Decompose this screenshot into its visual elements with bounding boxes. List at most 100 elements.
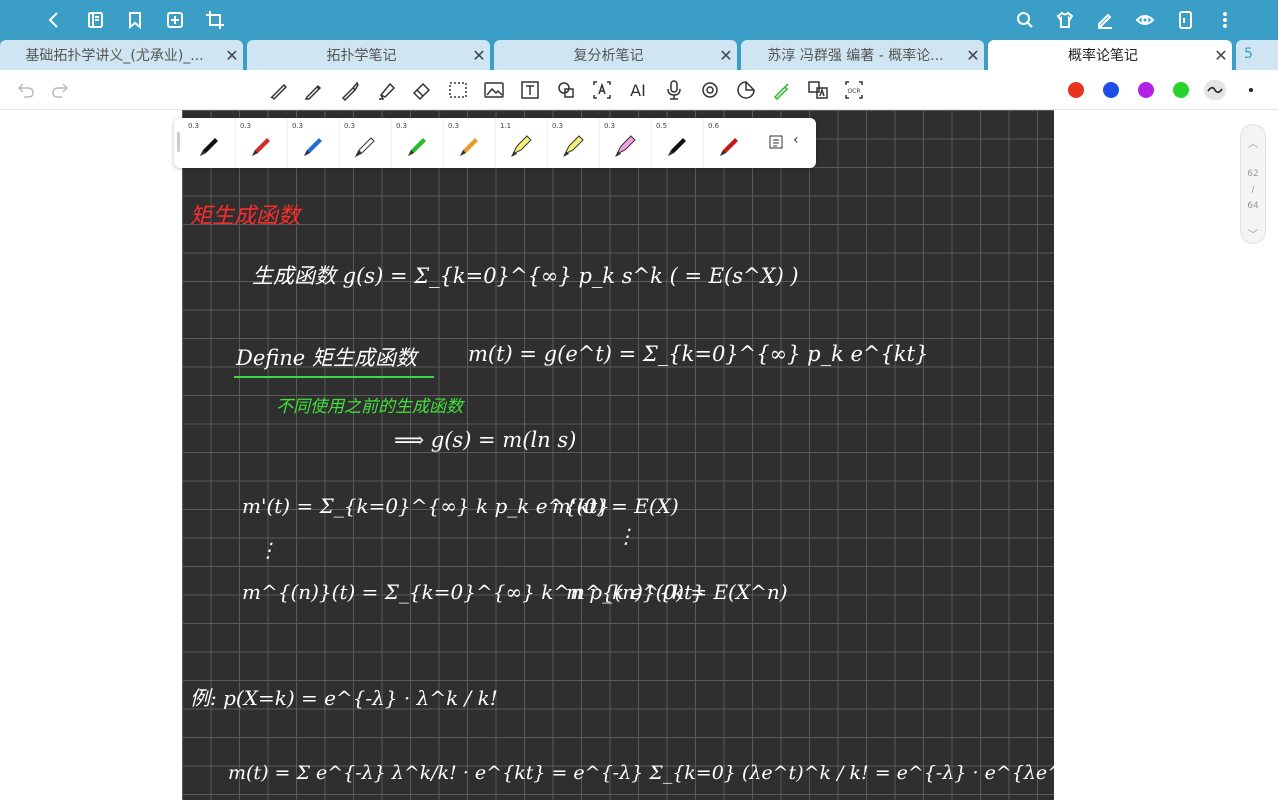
pen-preset-6[interactable]: 0.3	[444, 118, 496, 168]
close-icon[interactable]: ✕	[221, 46, 243, 65]
pen-preset-4[interactable]: 0.3	[340, 118, 392, 168]
color-swatch-red[interactable]	[1068, 82, 1084, 98]
chevron-up-icon[interactable]: ︿	[1241, 135, 1265, 150]
note-line-implication: ⟹ g(s) = m(ln s)	[394, 428, 577, 452]
close-icon[interactable]: ✕	[715, 46, 737, 65]
phone-icon[interactable]	[1173, 8, 1197, 32]
tab-complex-analysis-notes[interactable]: 复分析笔记 ✕	[494, 40, 737, 70]
shape-icon[interactable]	[554, 78, 578, 102]
total-pages: 64	[1247, 201, 1259, 211]
tab-count-badge[interactable]: 5	[1236, 40, 1278, 70]
define-underline	[234, 376, 434, 378]
pen-preset-2[interactable]: 0.3	[236, 118, 288, 168]
current-page: 62	[1247, 169, 1259, 179]
pen-preset-5[interactable]: 0.3	[392, 118, 444, 168]
sticker-icon[interactable]	[734, 78, 758, 102]
pen-palette: 0.3 0.3 0.3 0.3 0.3 0.3 1.1 0.3 0.3 0.5 …	[174, 118, 816, 168]
laser-pointer-icon[interactable]	[770, 78, 794, 102]
stroke-width-dot[interactable]	[1249, 88, 1253, 92]
pen-presets-menu-icon[interactable]	[768, 134, 784, 150]
tab-label: 基础拓扑学讲义_(尤承业)_...	[25, 48, 204, 64]
tab-bar: 基础拓扑学讲义_(尤承业)_... ✕ 拓扑学笔记 ✕ 复分析笔记 ✕ 苏淳 冯…	[0, 40, 1278, 70]
pen-icon	[408, 138, 426, 156]
ai-label: AI	[630, 80, 646, 100]
ocr-icon[interactable]: OCR	[842, 78, 866, 102]
note-heading: 矩生成函数	[190, 204, 301, 229]
pen-edit-icon[interactable]	[1093, 8, 1117, 32]
pencil-icon[interactable]	[302, 78, 326, 102]
pen-preset-8[interactable]: 0.3	[548, 118, 600, 168]
close-icon[interactable]: ✕	[468, 46, 490, 65]
color-swatch-blue[interactable]	[1103, 82, 1119, 98]
note-canvas[interactable]: 矩生成函数 生成函数 g(s) = Σ_{k=0}^{∞} p_k s^k ( …	[182, 110, 1054, 800]
translate-icon[interactable]	[806, 78, 830, 102]
eraser-icon[interactable]	[410, 78, 434, 102]
drag-handle[interactable]	[177, 132, 180, 152]
pen-icon	[668, 138, 686, 156]
lasso-select-icon[interactable]	[446, 78, 470, 102]
pen-preset-3[interactable]: 0.3	[288, 118, 340, 168]
undo-icon[interactable]	[14, 78, 38, 102]
page-separator: /	[1251, 185, 1255, 195]
tab-label: 拓扑学笔记	[326, 48, 397, 64]
tab-probability-book[interactable]: 苏淳 冯群强 编著 - 概率论... ✕	[741, 40, 984, 70]
highlighter-pen-icon	[511, 135, 532, 157]
pen-preset-7[interactable]: 1.1	[496, 118, 548, 168]
eye-icon[interactable]	[1133, 8, 1157, 32]
tab-label: 苏淳 冯群强 编著 - 概率论...	[767, 48, 944, 64]
note-define-label: Define 矩生成函数	[236, 346, 417, 370]
tab-topology-notes[interactable]: 拓扑学笔记 ✕	[247, 40, 490, 70]
note-line-example: 例: p(X=k) = e^{-λ} · λ^k / k!	[190, 686, 498, 710]
tab-topology-lectures[interactable]: 基础拓扑学讲义_(尤承业)_... ✕	[0, 40, 243, 70]
microphone-icon[interactable]	[662, 78, 686, 102]
highlighter-pen-icon	[615, 135, 636, 157]
chevron-left-icon[interactable]: ‹	[793, 132, 799, 148]
stroke-style-button[interactable]	[1204, 80, 1226, 100]
chevron-down-icon[interactable]: ﹀	[1241, 226, 1265, 241]
book-icon[interactable]	[83, 8, 107, 32]
redo-icon[interactable]	[48, 78, 72, 102]
pen-preset-9[interactable]: 0.3	[600, 118, 652, 168]
color-swatch-purple[interactable]	[1138, 82, 1154, 98]
text-recognition-icon[interactable]	[590, 78, 614, 102]
pen-icon	[354, 137, 375, 158]
pen-icon	[252, 138, 270, 156]
drawing-toolbar: AI OCR	[0, 70, 1278, 110]
tab-label: 复分析笔记	[573, 48, 644, 64]
pen-preset-11[interactable]: 0.6	[704, 118, 756, 168]
audio-record-icon[interactable]	[698, 78, 722, 102]
note-line-mgf-definition: m(t) = g(e^t) = Σ_{k=0}^{∞} p_k e^{kt}	[468, 342, 929, 366]
brush-pen-icon[interactable]	[338, 78, 362, 102]
text-box-icon[interactable]	[518, 78, 542, 102]
more-vertical-icon[interactable]	[1213, 8, 1237, 32]
left-margin	[0, 110, 182, 800]
tab-probability-notes[interactable]: 概率论笔记 ✕	[988, 40, 1232, 70]
close-icon[interactable]: ✕	[962, 46, 984, 65]
pen-icon	[720, 138, 738, 156]
pen-preset-1[interactable]: 0.3	[184, 118, 236, 168]
note-dots-right: ⋮	[616, 524, 636, 548]
color-swatch-green[interactable]	[1173, 82, 1189, 98]
highlighter-pen-icon	[563, 135, 584, 157]
back-icon[interactable]	[42, 8, 66, 32]
note-line-first-moment: m'(0) = E(X)	[552, 494, 679, 518]
shirt-icon[interactable]	[1053, 8, 1077, 32]
svg-text:OCR: OCR	[847, 88, 860, 95]
bookmark-icon[interactable]	[123, 8, 147, 32]
ai-tool[interactable]: AI	[626, 78, 650, 102]
pen-icon	[460, 138, 478, 156]
note-green-comment: 不同使用之前的生成函数	[276, 397, 463, 417]
page-indicator[interactable]: ︿ 62 / 64 ﹀	[1240, 124, 1266, 244]
image-icon[interactable]	[482, 78, 506, 102]
fountain-pen-icon[interactable]	[267, 78, 291, 102]
pen-preset-10[interactable]: 0.5	[652, 118, 704, 168]
crop-icon[interactable]	[203, 8, 227, 32]
highlighter-icon[interactable]	[374, 78, 398, 102]
close-icon[interactable]: ✕	[1210, 46, 1232, 65]
add-page-icon[interactable]	[163, 8, 187, 32]
search-icon[interactable]	[1013, 8, 1037, 32]
pen-icon	[200, 138, 218, 156]
tab-label: 概率论笔记	[1068, 48, 1138, 64]
top-bar	[0, 0, 1278, 40]
note-dots-left: ⋮	[258, 538, 278, 562]
